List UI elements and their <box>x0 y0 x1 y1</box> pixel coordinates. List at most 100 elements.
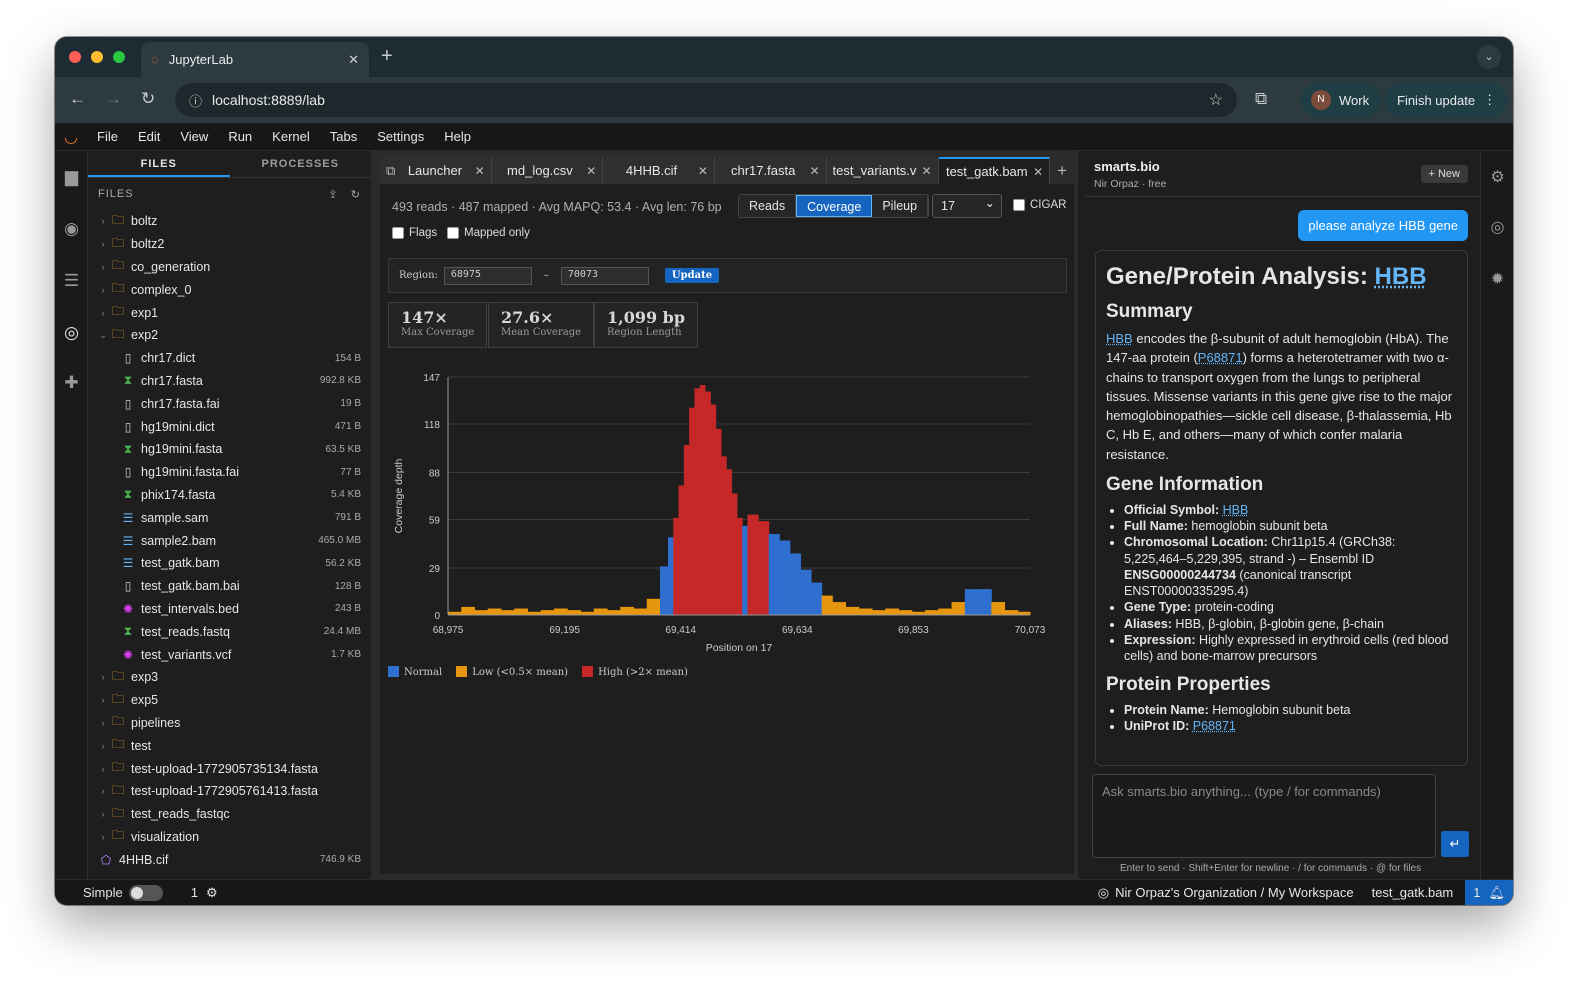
region-start-input[interactable]: 68975 <box>443 266 532 285</box>
address-bar[interactable]: ⓘ localhost:8889/lab ☆ <box>175 83 1237 117</box>
doc-tab[interactable]: md_log.csv ✕ <box>491 157 604 184</box>
file-row[interactable]: ⬠ 4HHB.cif 746.9 KB <box>88 848 371 871</box>
maximize-window-button[interactable] <box>113 51 125 63</box>
chevron-right-icon[interactable]: › <box>96 285 110 295</box>
file-row[interactable]: › 🗀︎ exp5 <box>88 689 371 712</box>
new-tab-button[interactable]: + <box>381 45 393 68</box>
chevron-right-icon[interactable]: › <box>96 262 110 272</box>
chevron-right-icon[interactable]: › <box>96 832 110 842</box>
profile-button[interactable]: N Work <box>1301 83 1382 117</box>
file-row[interactable]: › 🗀︎ test <box>88 734 371 757</box>
tab-processes[interactable]: PROCESSES <box>230 151 372 177</box>
file-row[interactable]: ⧗ hg19mini.fasta 63.5 KB <box>88 438 371 461</box>
file-row[interactable]: › 🗀︎ exp1 <box>88 301 371 324</box>
browser-tab[interactable]: ◌ JupyterLab ✕ <box>141 42 369 77</box>
cigar-checkbox[interactable]: CIGAR <box>1013 199 1066 211</box>
menu-kernel[interactable]: Kernel <box>262 129 320 144</box>
chat-bubble-icon[interactable]: ◎ <box>1481 217 1513 237</box>
reload-icon[interactable]: ↻ <box>141 89 155 109</box>
file-row[interactable]: › 🗀︎ exp3 <box>88 666 371 689</box>
extensions-icon[interactable]: ⧉ <box>1255 89 1267 109</box>
tab-search-button[interactable]: ⌄ <box>1477 45 1501 69</box>
mapped-only-checkbox[interactable]: Mapped only <box>447 227 530 239</box>
close-tab-icon[interactable]: ✕ <box>348 52 359 68</box>
tab-files[interactable]: FILES <box>88 151 230 177</box>
kernel-gear-icon[interactable]: ⚙ <box>206 885 218 901</box>
file-row[interactable]: ☰ test_gatk.bam 56.2 KB <box>88 552 371 575</box>
chevron-right-icon[interactable]: › <box>96 695 110 705</box>
new-chat-button[interactable]: + New <box>1420 165 1468 183</box>
chevron-right-icon[interactable]: › <box>96 239 110 249</box>
kernel-count[interactable]: 1 <box>191 885 198 900</box>
file-row[interactable]: › 🗀︎ visualization <box>88 826 371 849</box>
settings-icon[interactable]: ⚙ <box>1481 167 1513 187</box>
hbb-heading-link[interactable]: HBB <box>1375 263 1427 290</box>
extension-icon[interactable]: ✚ <box>55 373 88 393</box>
file-row[interactable]: › 🗀︎ complex_0 <box>88 278 371 301</box>
send-button[interactable]: ↵ <box>1441 831 1469 857</box>
notifications-button[interactable]: 1 🔔︎ <box>1465 879 1513 905</box>
folder-icon[interactable]: ▆ <box>55 167 88 187</box>
hbb-link[interactable]: HBB <box>1106 331 1133 346</box>
upload-icon[interactable]: ⇪ <box>328 189 338 201</box>
file-row[interactable]: › 🗀︎ test-upload-1772905735134.fasta <box>88 757 371 780</box>
chevron-right-icon[interactable]: › <box>96 786 110 796</box>
close-tab-icon[interactable]: ✕ <box>921 164 931 178</box>
file-row[interactable]: › 🗀︎ pipelines <box>88 712 371 735</box>
file-row[interactable]: › 🗀︎ test-upload-1772905761413.fasta <box>88 780 371 803</box>
chevron-down-icon[interactable]: ⌄ <box>96 330 110 341</box>
doc-tab[interactable]: ⧉ Launcher ✕ <box>380 157 492 184</box>
chevron-right-icon[interactable]: › <box>96 308 110 318</box>
menu-help[interactable]: Help <box>434 129 481 144</box>
flags-checkbox[interactable]: Flags <box>392 227 437 239</box>
chevron-right-icon[interactable]: › <box>96 764 110 774</box>
close-tab-icon[interactable]: ✕ <box>1033 165 1043 179</box>
menu-edit[interactable]: Edit <box>128 129 170 144</box>
chevron-right-icon[interactable]: › <box>96 809 110 819</box>
chevron-right-icon[interactable]: › <box>96 216 110 226</box>
file-row[interactable]: › 🗀︎ boltz2 <box>88 233 371 256</box>
debug-bug-icon[interactable]: ✹ <box>1481 269 1513 289</box>
file-row[interactable]: ✺ test_variants.vcf 1.7 KB <box>88 643 371 666</box>
chromosome-select[interactable]: 17 <box>932 192 1002 218</box>
close-tab-icon[interactable]: ✕ <box>698 164 708 178</box>
minimize-window-button[interactable] <box>91 51 103 63</box>
forward-icon[interactable]: → <box>105 89 122 109</box>
workspace-label[interactable]: Nir Orpaz's Organization / My Workspace <box>1115 885 1353 900</box>
doc-tab[interactable]: test_gatk.bam ✕ <box>938 157 1051 184</box>
file-row[interactable]: ⌄ 🗀︎ exp2 <box>88 324 371 347</box>
file-row[interactable]: › 🗀︎ co_generation <box>88 256 371 279</box>
file-row[interactable]: ☰ sample2.bam 465.0 MB <box>88 529 371 552</box>
close-tab-icon[interactable]: ✕ <box>586 164 596 178</box>
bookmark-star-icon[interactable]: ☆ <box>1209 90 1223 110</box>
file-row[interactable]: ✺ test_intervals.bed 243 B <box>88 598 371 621</box>
chat-input[interactable]: Ask smarts.bio anything... (type / for c… <box>1092 774 1436 858</box>
menu-file[interactable]: File <box>87 129 128 144</box>
file-row[interactable]: ⧗ test_reads.fastq 24.4 MB <box>88 620 371 643</box>
close-tab-icon[interactable]: ✕ <box>809 164 819 178</box>
uniprot-link[interactable]: P68871 <box>1198 350 1243 365</box>
update-button[interactable]: Update <box>664 268 720 283</box>
finish-update-button[interactable]: Finish update ⋮ <box>1385 83 1509 117</box>
doc-tab[interactable]: chr17.fasta ✕ <box>714 157 827 184</box>
file-row[interactable]: ▯ chr17.fasta.fai 19 B <box>88 392 371 415</box>
chevron-right-icon[interactable]: › <box>96 672 110 682</box>
mode-reads-button[interactable]: Reads <box>739 195 797 217</box>
menu-view[interactable]: View <box>170 129 218 144</box>
close-window-button[interactable] <box>69 51 81 63</box>
file-row[interactable]: ▯ chr17.dict 154 B <box>88 347 371 370</box>
file-row[interactable]: ☰ sample.sam 791 B <box>88 506 371 529</box>
simple-mode-toggle[interactable] <box>128 884 163 901</box>
doc-tab[interactable]: test_variants.vcf ✕ <box>826 157 939 184</box>
running-icon[interactable]: ◉ <box>55 219 88 239</box>
back-icon[interactable]: ← <box>69 89 86 109</box>
file-row[interactable]: ⧗ phix174.fasta 5.4 KB <box>88 484 371 507</box>
coverage-chart[interactable]: 0 29 59 88 118 147 68,975 69,195 69,414 69,634 69,… <box>380 364 1074 654</box>
file-row[interactable]: ⧗ chr17.fasta 992.8 KB <box>88 370 371 393</box>
menu-run[interactable]: Run <box>218 129 262 144</box>
toc-icon[interactable]: ☰ <box>55 271 88 291</box>
menu-tabs[interactable]: Tabs <box>320 129 367 144</box>
region-end-input[interactable]: 70073 <box>560 266 649 285</box>
info-link[interactable]: HBB <box>1223 503 1249 517</box>
mode-coverage-button[interactable]: Coverage <box>796 195 873 217</box>
